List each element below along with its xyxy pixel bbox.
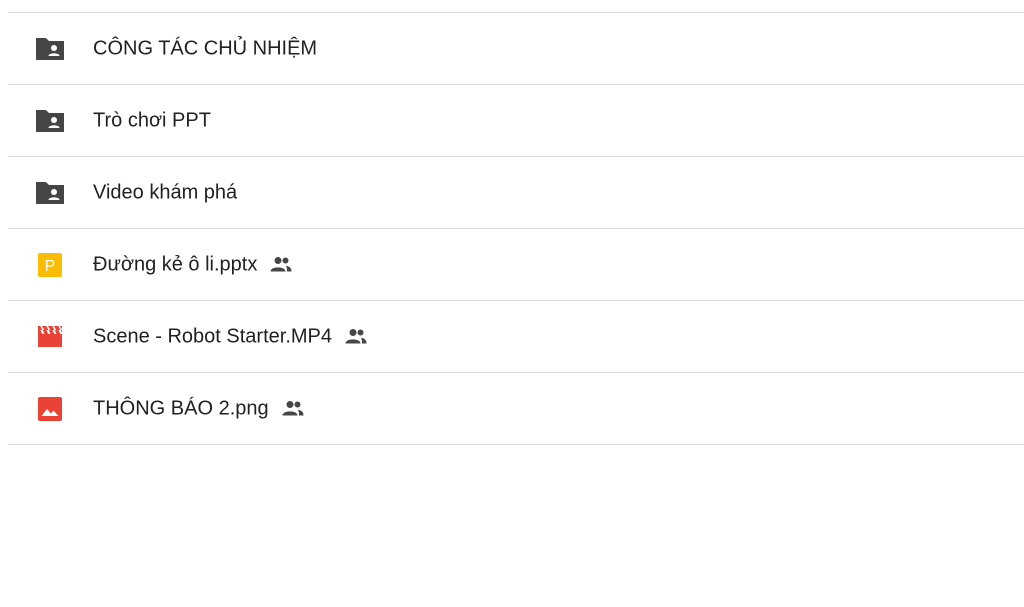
shared-folder-icon (34, 36, 66, 62)
image-icon (34, 396, 66, 422)
file-row-thong-bao-2[interactable]: THÔNG BÁO 2.png (8, 373, 1024, 445)
file-row-tro-choi-ppt[interactable]: Trò chơi PPT (8, 85, 1024, 157)
shared-people-icon (344, 328, 368, 346)
file-name-container: Trò chơi PPT (93, 109, 211, 132)
file-name-container: Đường kẻ ô li.pptx (93, 253, 293, 276)
shared-folder-icon (34, 108, 66, 134)
shared-folder-icon (34, 180, 66, 206)
slides-icon-letter: P (45, 258, 56, 275)
file-row-duong-ke-o-li[interactable]: P Đường kẻ ô li.pptx (8, 229, 1024, 301)
file-row-video-kham-pha[interactable]: Video khám phá (8, 157, 1024, 229)
file-name: Video khám phá (93, 181, 238, 203)
file-row-cong-tac-chu-nhiem[interactable]: CÔNG TÁC CHỦ NHIỆM (8, 13, 1024, 85)
video-icon (34, 324, 66, 350)
file-name-container: THÔNG BÁO 2.png (93, 397, 305, 420)
file-name-container: Scene - Robot Starter.MP4 (93, 325, 368, 348)
slides-icon: P (34, 252, 66, 278)
shared-people-icon (269, 256, 293, 274)
file-name: Trò chơi PPT (93, 109, 211, 131)
file-name-container: CÔNG TÁC CHỦ NHIỆM (93, 37, 317, 60)
file-row-scene-robot-starter[interactable]: Scene - Robot Starter.MP4 (8, 301, 1024, 373)
file-name: CÔNG TÁC CHỦ NHIỆM (93, 37, 318, 59)
file-name: THÔNG BÁO 2.png (93, 397, 269, 419)
file-name: Đường kẻ ô li.pptx (93, 253, 258, 275)
file-name: Scene - Robot Starter.MP4 (93, 325, 333, 347)
shared-people-icon (281, 400, 305, 418)
file-list: CÔNG TÁC CHỦ NHIỆM Trò chơi PPT Video kh… (8, 12, 1024, 445)
file-name-container: Video khám phá (93, 181, 237, 204)
